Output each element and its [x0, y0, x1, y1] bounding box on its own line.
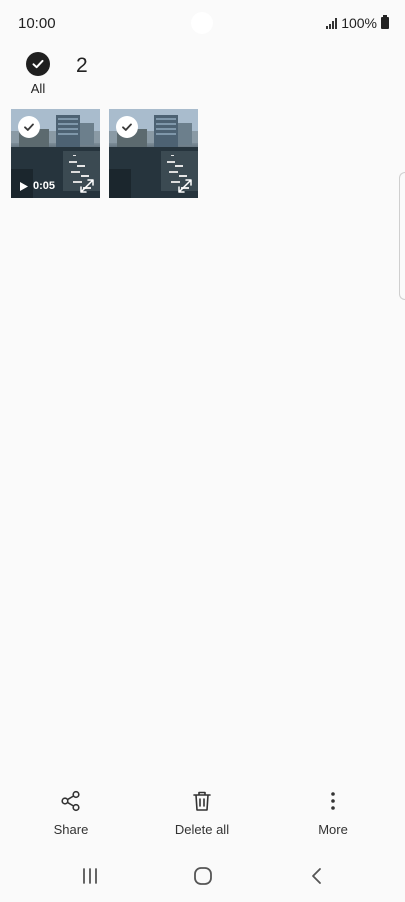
more-vertical-icon [331, 792, 335, 810]
delete-all-label: Delete all [174, 822, 230, 837]
more-button[interactable]: More [283, 788, 383, 837]
share-button[interactable]: Share [21, 788, 121, 837]
status-time: 10:00 [18, 15, 56, 32]
check-icon [116, 116, 138, 138]
select-all-label: All [30, 81, 46, 96]
expand-icon[interactable] [80, 179, 94, 193]
battery-percentage: 100% [341, 15, 377, 31]
delete-all-button[interactable]: Delete all [152, 788, 252, 837]
battery-icon [381, 15, 389, 29]
check-icon [18, 116, 40, 138]
select-all-toggle[interactable]: All [22, 50, 54, 96]
check-circle-icon [26, 52, 50, 76]
share-icon [61, 790, 80, 812]
media-item-video[interactable]: 0:05 [11, 109, 100, 198]
status-bar: 10:00 100% [0, 0, 405, 46]
play-icon [20, 181, 28, 191]
video-duration: 0:05 [33, 180, 56, 192]
share-label: Share [53, 822, 89, 837]
edge-panel-handle[interactable] [399, 172, 405, 300]
video-info: 0:05 [20, 180, 55, 192]
media-grid: 0:05 [11, 109, 198, 198]
selected-count: 2 [76, 54, 88, 77]
recent-apps-icon[interactable] [79, 864, 101, 888]
camera-cutout [191, 12, 213, 34]
media-item-image[interactable] [109, 109, 198, 198]
more-label: More [318, 822, 348, 837]
signal-icon [326, 17, 338, 29]
status-right: 100% [326, 15, 389, 31]
trash-icon [193, 791, 211, 811]
expand-icon[interactable] [178, 179, 192, 193]
action-bar: Share Delete all More [0, 788, 405, 844]
back-icon[interactable] [306, 864, 326, 888]
navigation-bar [0, 856, 405, 896]
home-icon[interactable] [191, 864, 215, 888]
